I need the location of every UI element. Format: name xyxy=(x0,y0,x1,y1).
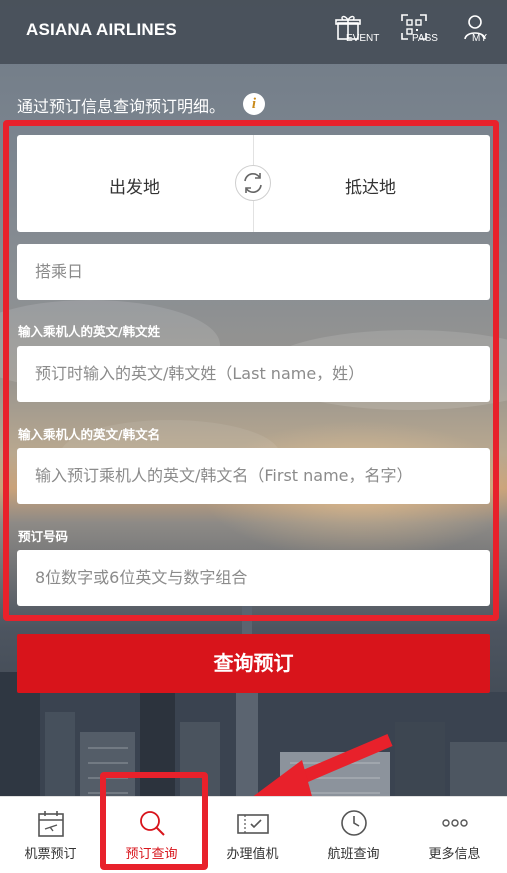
my-label: MY xyxy=(472,33,487,44)
ticket-calendar-icon xyxy=(38,811,64,837)
nav-ticket-booking-label: 机票预订 xyxy=(24,847,77,862)
pass-label: PASS xyxy=(412,33,438,44)
info-icon[interactable]: i xyxy=(243,93,265,115)
nav-more-info[interactable]: 更多信息 xyxy=(404,797,505,873)
intro-text: 通过预订信息查询预订明细。 xyxy=(17,97,226,116)
nav-flight-status[interactable]: 航班查询 xyxy=(303,797,404,873)
event-button[interactable]: EVENT xyxy=(324,12,379,54)
nav-more-info-label: 更多信息 xyxy=(428,847,481,862)
boarding-pass-icon xyxy=(237,814,269,834)
nav-ticket-booking[interactable]: 机票预订 xyxy=(0,797,101,873)
pass-button[interactable]: PASS xyxy=(390,12,438,54)
app-header: ASIANA AIRLINES EVENT PASS MY xyxy=(0,0,507,64)
search-booking-button[interactable]: 查询预订 xyxy=(17,634,490,693)
form-highlight-box xyxy=(3,120,499,621)
nav-check-in-label: 办理值机 xyxy=(226,847,279,862)
my-button[interactable]: MY xyxy=(452,12,500,54)
clock-icon xyxy=(341,810,367,836)
nav-highlight-box xyxy=(100,772,208,870)
nav-flight-status-label: 航班查询 xyxy=(327,847,380,862)
airline-logo[interactable]: ASIANA AIRLINES xyxy=(26,20,177,40)
nav-check-in[interactable]: 办理值机 xyxy=(202,797,303,873)
event-label: EVENT xyxy=(346,33,380,44)
more-icon xyxy=(442,819,468,827)
bottom-navigation: 机票预订 预订查询 办理值机 航班查询 更多信息 xyxy=(0,796,507,873)
